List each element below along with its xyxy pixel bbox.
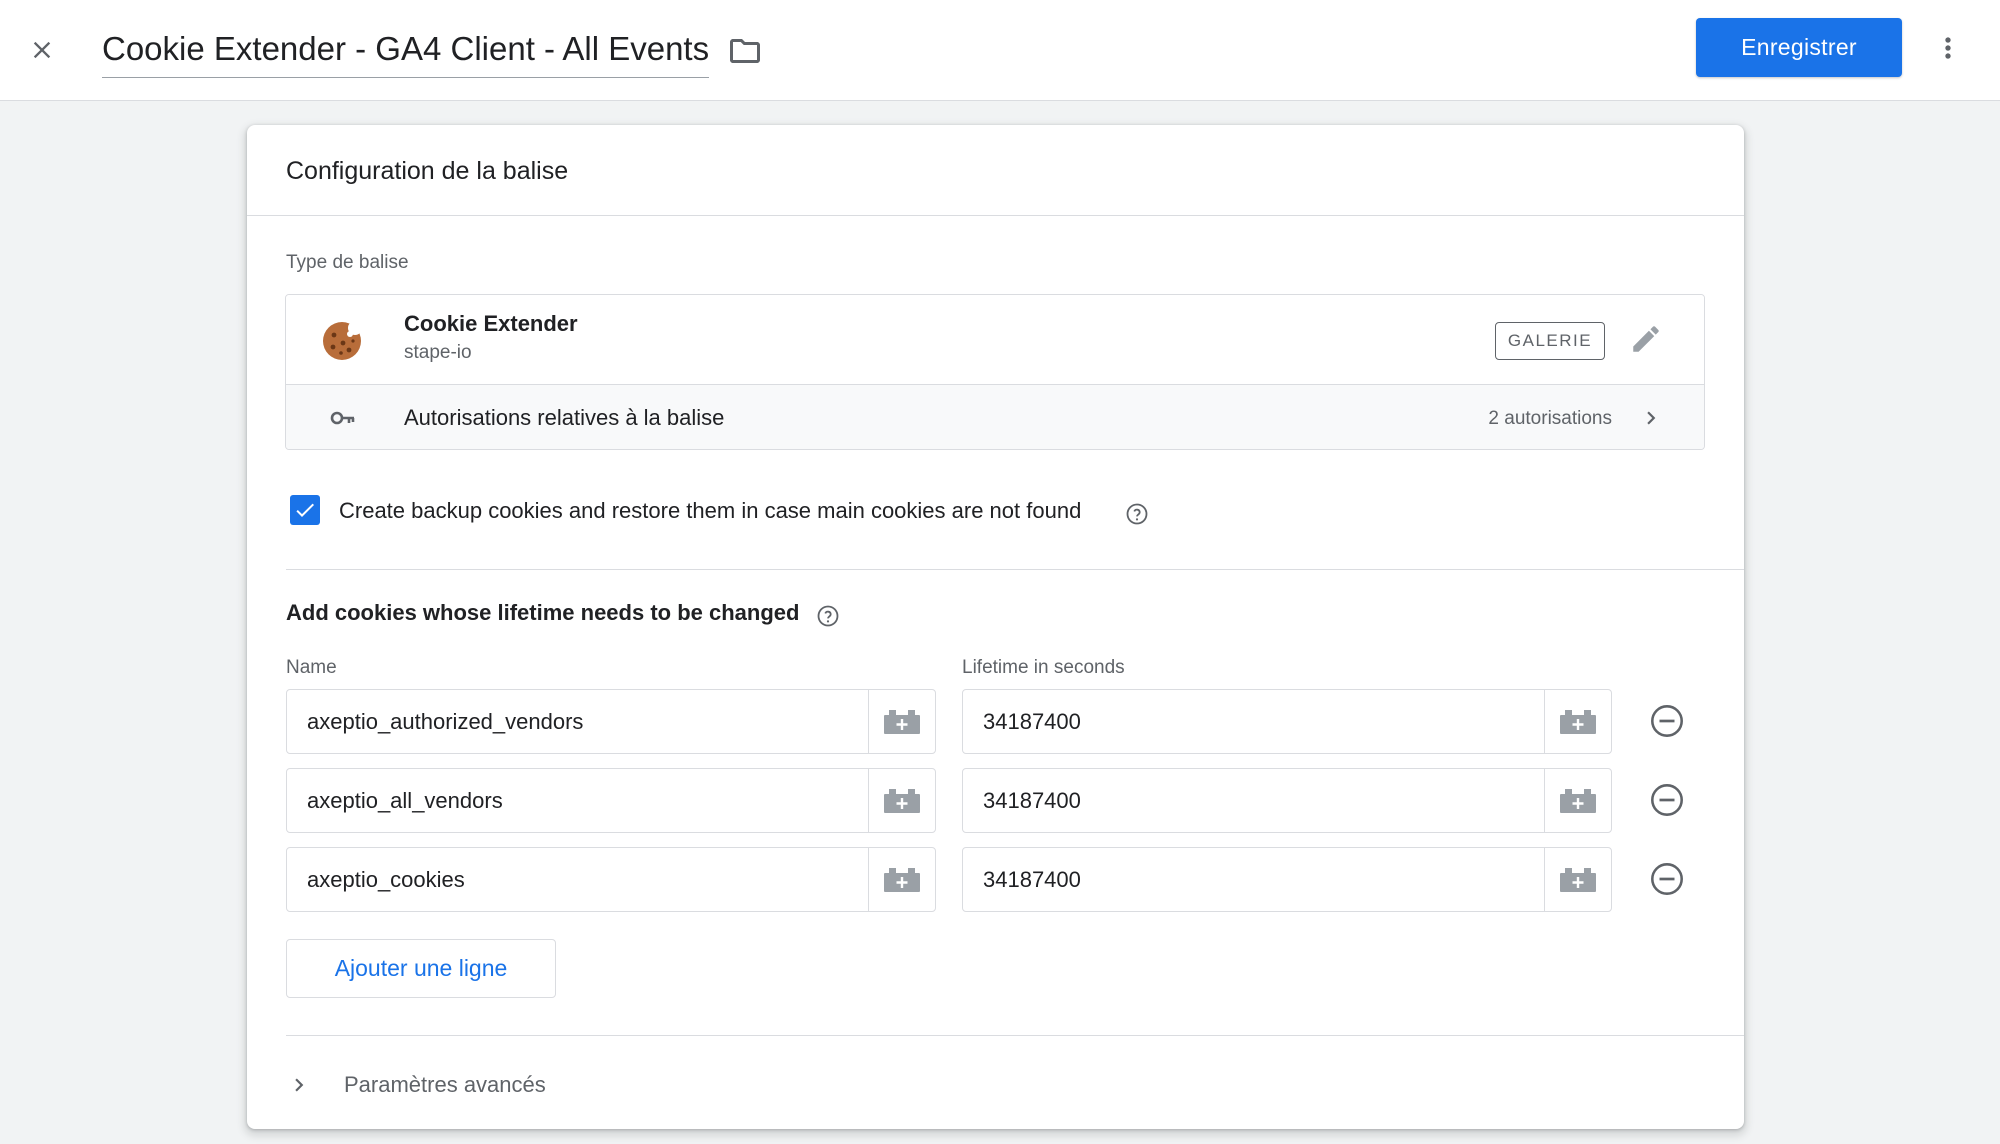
variable-brick-icon — [1560, 788, 1596, 813]
insert-variable-button[interactable] — [868, 848, 935, 911]
backup-cookies-label: Create backup cookies and restore them i… — [339, 498, 1082, 523]
tag-permissions-row[interactable]: Autorisations relatives à la balise 2 au… — [286, 384, 1704, 449]
remove-circle-icon — [1651, 705, 1683, 737]
save-button[interactable]: Enregistrer — [1696, 18, 1902, 77]
close-button[interactable] — [22, 30, 62, 70]
cookie-name-input[interactable] — [287, 848, 867, 911]
cookie-name-field — [286, 768, 936, 833]
remove-row-button[interactable] — [1647, 780, 1687, 820]
remove-row-button[interactable] — [1647, 701, 1687, 741]
remove-row-button[interactable] — [1647, 859, 1687, 899]
more-vert-icon — [1945, 37, 1951, 59]
cookie-lifetime-field — [962, 689, 1612, 754]
cookie-name-input[interactable] — [287, 769, 867, 832]
folder-button[interactable] — [724, 30, 766, 72]
cookie-icon — [323, 321, 362, 360]
variable-brick-icon — [884, 709, 920, 734]
cookie-lifetime-field — [962, 847, 1612, 912]
column-header-lifetime: Lifetime in seconds — [962, 657, 1125, 678]
advanced-settings-label: Paramètres avancés — [344, 1072, 546, 1097]
help-icon[interactable] — [1125, 502, 1149, 526]
remove-circle-icon — [1651, 784, 1683, 816]
insert-variable-button[interactable] — [1544, 769, 1611, 832]
tag-type-row[interactable]: Cookie Extender stape-io GALERIE — [286, 295, 1704, 384]
insert-variable-button[interactable] — [1544, 690, 1611, 753]
divider — [286, 569, 1744, 570]
remove-circle-icon — [1651, 863, 1683, 895]
insert-variable-button[interactable] — [1544, 848, 1611, 911]
tag-type-box: Cookie Extender stape-io GALERIE Autoris… — [285, 294, 1705, 450]
page-title: Cookie Extender - GA4 Client - All Event… — [102, 30, 710, 67]
variable-brick-icon — [1560, 867, 1596, 892]
cookie-name-input[interactable] — [287, 690, 867, 753]
tag-type-name: Cookie Extender — [404, 311, 578, 336]
cookie-lifetime-input[interactable] — [963, 690, 1543, 753]
edit-tag-type-button[interactable] — [1626, 319, 1666, 359]
card-title: Configuration de la balise — [286, 157, 569, 185]
backup-cookies-checkbox[interactable] — [290, 495, 320, 525]
key-icon — [330, 411, 355, 425]
more-options-button[interactable] — [1928, 24, 1968, 72]
cookie-lifetime-input[interactable] — [963, 848, 1543, 911]
folder-icon — [730, 39, 760, 63]
help-icon[interactable] — [816, 604, 840, 628]
cookies-section-heading: Add cookies whose lifetime needs to be c… — [286, 600, 800, 625]
gallery-badge[interactable]: GALERIE — [1495, 322, 1605, 360]
cookie-lifetime-field — [962, 768, 1612, 833]
cookie-name-field — [286, 847, 936, 912]
variable-brick-icon — [884, 867, 920, 892]
variable-brick-icon — [1560, 709, 1596, 734]
divider — [286, 1035, 1744, 1036]
cookie-lifetime-input[interactable] — [963, 769, 1543, 832]
insert-variable-button[interactable] — [868, 769, 935, 832]
tag-type-vendor: stape-io — [404, 342, 472, 363]
check-icon — [296, 503, 314, 517]
add-row-button[interactable]: Ajouter une ligne — [286, 939, 556, 998]
divider — [247, 215, 1744, 216]
tag-configuration-card: Configuration de la balise Type de balis… — [247, 125, 1744, 1129]
permissions-count: 2 autorisations — [1488, 408, 1612, 429]
tag-name-field[interactable]: Cookie Extender - GA4 Client - All Event… — [102, 26, 710, 78]
top-bar: Cookie Extender - GA4 Client - All Event… — [0, 0, 2000, 101]
cookie-name-field — [286, 689, 936, 754]
tag-type-label: Type de balise — [286, 252, 409, 273]
variable-brick-icon — [884, 788, 920, 813]
chevron-right-icon — [295, 1078, 304, 1092]
pencil-icon — [1633, 326, 1659, 352]
close-icon — [33, 41, 51, 59]
chevron-right-icon — [1647, 411, 1656, 425]
permissions-label: Autorisations relatives à la balise — [404, 405, 725, 430]
column-header-name: Name — [286, 657, 337, 678]
insert-variable-button[interactable] — [868, 690, 935, 753]
